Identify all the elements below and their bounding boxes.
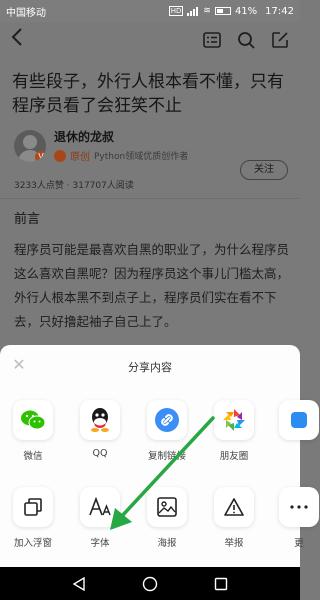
battery-percent: 41%: [234, 5, 258, 17]
link-icon: [147, 400, 187, 440]
section-heading: 前言: [14, 212, 41, 227]
action-label: 更: [294, 538, 304, 549]
action-label: 字体: [90, 538, 110, 549]
verified-icon: V: [35, 150, 46, 162]
share-label: 微信: [23, 451, 43, 462]
original-label: 原创: [70, 152, 90, 163]
share-moments[interactable]: 朋友圈: [207, 400, 261, 462]
action-label: 举报: [224, 538, 244, 549]
share-more-target[interactable]: [272, 400, 320, 440]
share-sheet-title: 分享内容: [128, 361, 172, 374]
battery-icon: [214, 7, 231, 15]
share-label: 朋友圈: [219, 451, 249, 462]
action-floating-window[interactable]: 加入浮窗: [6, 487, 60, 549]
share-wechat[interactable]: 微信: [6, 400, 60, 462]
original-badge-icon: [54, 149, 66, 162]
actions-row: 加入浮窗 字体 海报 举报 更: [0, 487, 319, 553]
carrier-name: 中国移动: [6, 7, 46, 19]
action-label: 海报: [157, 538, 177, 549]
top-toolbar: [0, 22, 300, 58]
list-icon[interactable]: [202, 30, 222, 50]
poster-icon: [147, 487, 187, 527]
share-label: 复制链接: [147, 451, 186, 462]
more-icon: [279, 487, 319, 527]
clock: 17:42: [265, 5, 294, 17]
nav-recents-icon[interactable]: [212, 575, 230, 593]
article-paragraph: 程序员可能是最喜欢自黑的职业了，为什么程序员这么喜欢自黑呢？因为程序员这个事儿门…: [14, 242, 290, 329]
share-sheet: ✕ 分享内容 微信 QQ 复制链接 朋友圈 加入浮窗 字体 海报 举报 更: [0, 345, 319, 567]
share-copy-link[interactable]: 复制链接: [140, 400, 194, 462]
action-poster[interactable]: 海报: [140, 487, 194, 549]
font-icon: [80, 487, 120, 527]
wifi-icon: ≋: [203, 6, 211, 16]
avatar[interactable]: V: [14, 129, 46, 162]
author-block[interactable]: V 退休的龙叔 原创 Python领域优质创作者: [14, 128, 188, 163]
moments-icon: [214, 400, 254, 440]
author-description: Python领域优质创作者: [94, 152, 189, 162]
action-font[interactable]: 字体: [73, 487, 127, 549]
signal-icon: [187, 6, 199, 16]
author-name[interactable]: 退休的龙叔: [54, 128, 188, 145]
action-report[interactable]: 举报: [207, 487, 261, 549]
share-qq[interactable]: QQ: [73, 400, 127, 459]
more-target-icon: [279, 400, 319, 440]
article-page: 有些段子，外行人根本看不懂，只有程序员看了会狂笑不止 V 退休的龙叔 原创 Py…: [0, 22, 300, 352]
divider: [0, 198, 300, 199]
floating-window-icon: [13, 487, 53, 527]
article-stats: 3233人点赞 · 317707人阅读: [14, 181, 134, 191]
status-bar: 中国移动 HD ≋ 41% 17:42: [0, 0, 300, 22]
edit-icon[interactable]: [270, 30, 290, 50]
share-targets-row: 微信 QQ 复制链接 朋友圈: [0, 400, 319, 466]
qq-icon: [80, 400, 120, 440]
share-label: QQ: [92, 448, 108, 459]
wechat-icon: [13, 400, 53, 440]
nav-home-icon[interactable]: [141, 575, 159, 593]
article-title: 有些段子，外行人根本看不懂，只有程序员看了会狂笑不止: [12, 72, 284, 116]
hd-badge: HD: [168, 6, 184, 16]
search-icon[interactable]: [236, 30, 256, 50]
nav-back-icon[interactable]: [70, 575, 88, 593]
report-icon: [214, 487, 254, 527]
action-more[interactable]: 更: [272, 487, 320, 549]
system-nav-bar: [0, 567, 300, 600]
action-label: 加入浮窗: [13, 538, 52, 549]
back-icon[interactable]: [10, 27, 34, 53]
follow-button[interactable]: 关注: [240, 160, 288, 180]
